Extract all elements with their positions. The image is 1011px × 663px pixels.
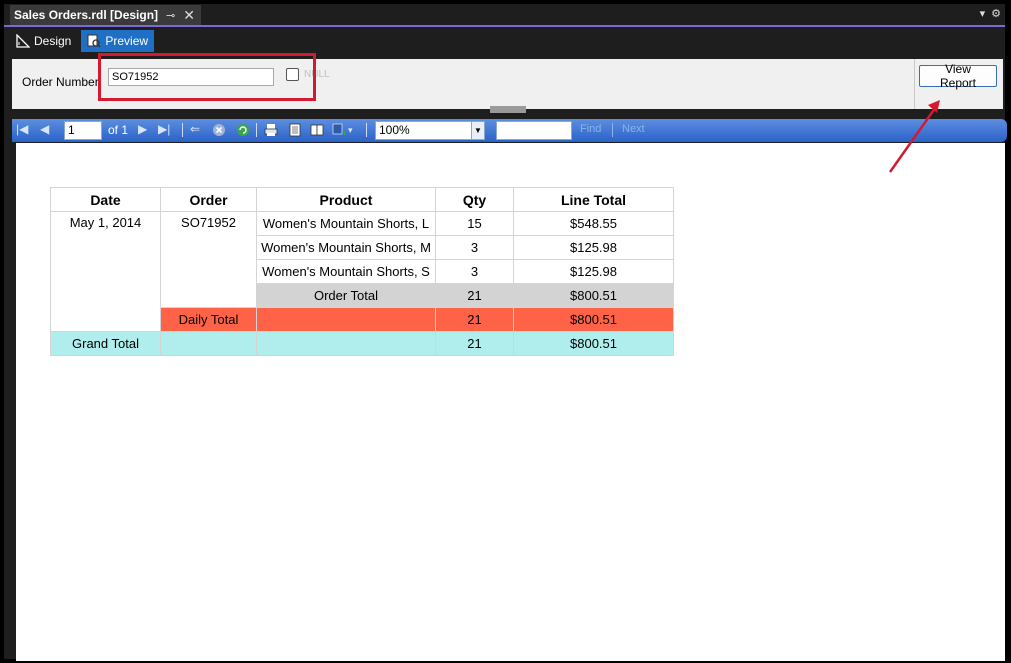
zoom-select[interactable]: 100% ▼	[375, 121, 485, 140]
order-number-label: Order Number	[22, 75, 99, 89]
page-setup-icon[interactable]	[310, 123, 324, 137]
document-tab[interactable]: Sales Orders.rdl [Design] ⊸ ✕	[10, 5, 201, 25]
page-count: of 1	[108, 123, 128, 137]
close-icon[interactable]: ✕	[183, 7, 195, 24]
of-label: of	[108, 123, 119, 137]
table-header-row: Date Order Product Qty Line Total	[50, 187, 674, 212]
qty-cell: 3	[435, 235, 514, 260]
grand-total-empty	[256, 331, 436, 356]
pin-icon[interactable]: ⊸	[166, 9, 175, 22]
grand-total-qty: 21	[435, 331, 514, 356]
qty-cell: 15	[435, 211, 514, 236]
toolbar-separator	[256, 123, 257, 137]
next-link[interactable]: Next	[622, 123, 645, 135]
daily-total-label: Daily Total	[160, 307, 257, 332]
line-total-cell: $548.55	[513, 211, 674, 236]
sales-orders-table: Date Order Product Qty Line Total May 1,…	[50, 187, 674, 356]
refresh-icon[interactable]	[236, 123, 250, 137]
document-tab-title: Sales Orders.rdl [Design]	[14, 8, 159, 22]
stop-icon[interactable]	[212, 123, 226, 137]
last-page-icon[interactable]: ▶|	[158, 122, 170, 136]
report-viewer: Date Order Product Qty Line Total May 1,…	[16, 143, 1005, 661]
report-designer-window: Sales Orders.rdl [Design] ⊸ ✕ ▾ ⚙ Design…	[4, 4, 1007, 661]
mode-tabs: Design Preview	[10, 30, 155, 52]
back-icon[interactable]: ⇐	[190, 122, 200, 136]
date-cell: May 1, 2014	[50, 211, 161, 332]
chevron-down-icon[interactable]: ▼	[471, 122, 484, 139]
order-total-label: Order Total	[256, 283, 436, 308]
tab-controls: ▾ ⚙	[980, 7, 1001, 20]
toolbar-separator	[612, 123, 613, 137]
parameter-panel: Order Number SO71952 NULL View Report	[12, 53, 1003, 109]
tab-preview-label: Preview	[105, 34, 149, 48]
find-input[interactable]	[496, 121, 572, 140]
daily-total-qty: 21	[435, 307, 514, 332]
highlight-annotation-box	[98, 53, 316, 101]
zoom-value: 100%	[379, 123, 410, 137]
tab-design[interactable]: Design	[10, 30, 77, 52]
export-icon[interactable]	[332, 123, 346, 137]
print-icon[interactable]	[264, 123, 278, 137]
order-cell: SO71952	[160, 211, 257, 308]
preview-icon	[87, 34, 101, 48]
page-number-input[interactable]: 1	[64, 121, 102, 140]
order-total-amount: $800.51	[513, 283, 674, 308]
dropdown-icon[interactable]: ▾	[980, 7, 986, 20]
table-row: May 1, 2014 SO71952 Women's Mountain Sho…	[50, 211, 674, 332]
export-dropdown-icon[interactable]: ▾	[348, 125, 353, 136]
toolbar-separator	[182, 123, 183, 137]
gear-icon[interactable]: ⚙	[991, 7, 1001, 20]
collapse-parameters-handle[interactable]	[490, 106, 526, 113]
find-link[interactable]: Find	[580, 123, 601, 135]
grand-total-label: Grand Total	[50, 331, 161, 356]
column-header: Product	[256, 187, 436, 212]
daily-total-empty	[256, 307, 436, 332]
grand-total-amount: $800.51	[513, 331, 674, 356]
tab-design-label: Design	[34, 34, 72, 48]
column-header: Line Total	[513, 187, 674, 212]
ruler-icon	[16, 34, 30, 48]
line-total-cell: $125.98	[513, 235, 674, 260]
previous-page-icon[interactable]: ◀	[40, 122, 49, 136]
daily-total-amount: $800.51	[513, 307, 674, 332]
next-page-icon[interactable]: ▶	[138, 122, 147, 136]
toolbar-separator	[366, 123, 367, 137]
column-header: Date	[50, 187, 161, 212]
product-cell: Women's Mountain Shorts, L	[256, 211, 436, 236]
annotation-arrow-icon	[888, 100, 940, 173]
tab-preview[interactable]: Preview	[81, 30, 155, 52]
print-layout-icon[interactable]	[288, 123, 302, 137]
product-cell: Women's Mountain Shorts, M	[256, 235, 436, 260]
tab-underline	[4, 25, 1005, 27]
first-page-icon[interactable]: |◀	[16, 122, 28, 136]
line-total-cell: $125.98	[513, 259, 674, 284]
column-header: Qty	[435, 187, 514, 212]
total-pages: 1	[121, 123, 129, 137]
grand-total-row: Grand Total 21 $800.51	[50, 331, 674, 356]
view-report-button[interactable]: View Report	[919, 62, 997, 90]
order-total-qty: 21	[435, 283, 514, 308]
grand-total-empty	[160, 331, 257, 356]
column-header: Order	[160, 187, 257, 212]
report-toolbar: |◀ ◀ 1 of 1 ▶ ▶| ⇐ ▾ 100% ▼ Find Next	[12, 119, 1007, 142]
qty-cell: 3	[435, 259, 514, 284]
product-cell: Women's Mountain Shorts, S	[256, 259, 436, 284]
